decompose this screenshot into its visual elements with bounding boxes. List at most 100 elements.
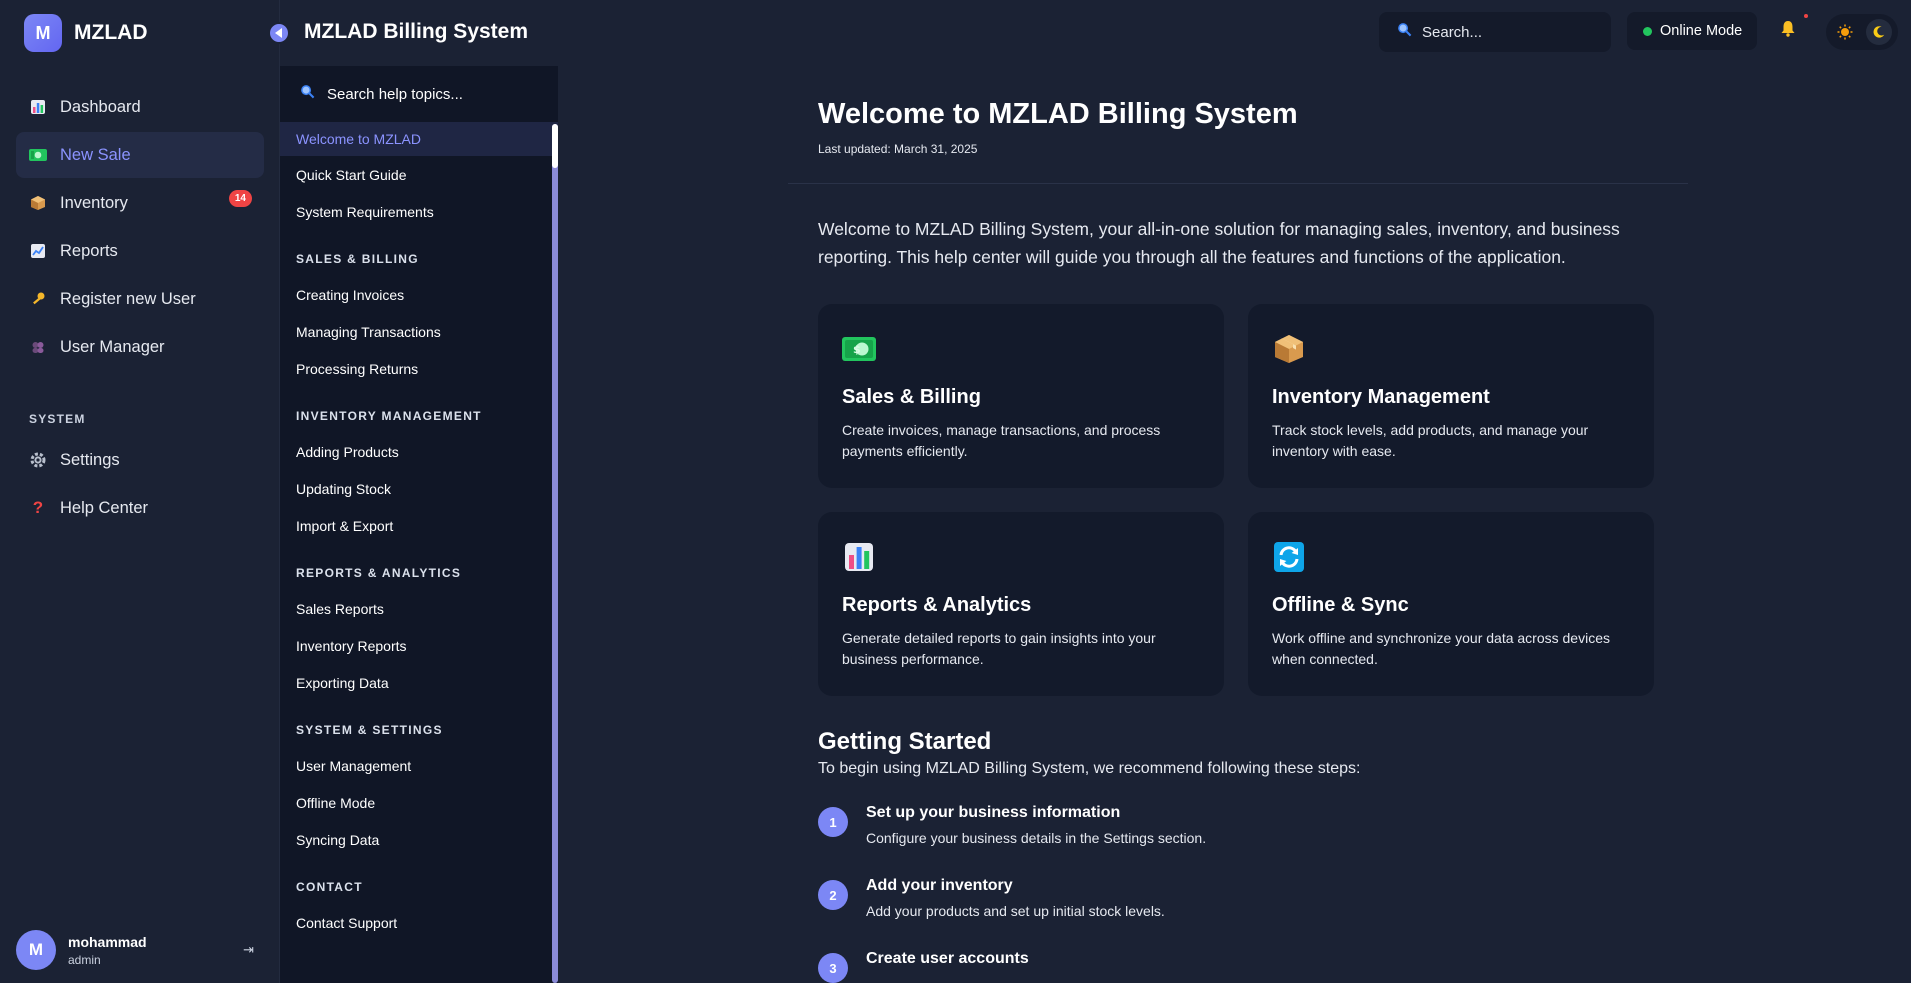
article-intro: Welcome to MZLAD Billing System, your al… [818, 219, 1620, 267]
step-title: Set up your business information [866, 804, 1121, 821]
card-title: Inventory Management [1272, 386, 1490, 408]
step-number: 1 [818, 807, 848, 837]
online-mode-indicator[interactable]: Online Mode [1627, 12, 1757, 50]
user-profile[interactable]: M mohammad admin ⇥ [16, 930, 264, 970]
card-description: Create invoices, manage transactions, an… [842, 422, 1161, 459]
step-number: 3 [818, 953, 848, 983]
help-topic[interactable]: Syncing Data [280, 821, 558, 858]
sidebar-section-system: SYSTEM [29, 412, 86, 426]
svg-text:$: $ [853, 343, 861, 356]
gear-icon [29, 451, 47, 469]
help-topic[interactable]: System Requirements [280, 193, 558, 230]
inventory-count-badge: 14 [228, 190, 252, 207]
bell-icon[interactable] [1780, 20, 1796, 42]
article-title: Welcome to MZLAD Billing System [818, 98, 1298, 130]
sidebar-item-inventory[interactable]: Inventory 14 [16, 180, 264, 226]
search-input[interactable] [1422, 23, 1602, 41]
help-section-title: CONTACT [296, 880, 363, 894]
help-topic[interactable]: Exporting Data [280, 664, 558, 701]
help-topic[interactable]: Sales Reports [280, 590, 558, 627]
help-topic[interactable]: User Management [280, 747, 558, 784]
money-icon [29, 146, 47, 164]
help-topic[interactable]: Offline Mode [280, 784, 558, 821]
sidebar-item-label: User Manager [60, 337, 165, 356]
package-icon [1272, 332, 1306, 366]
step-number: 2 [818, 880, 848, 910]
card-title: Sales & Billing [842, 386, 981, 408]
sidebar-item-label: Help Center [60, 498, 149, 517]
status-dot [1643, 26, 1652, 36]
help-topic[interactable]: Adding Products [280, 433, 558, 470]
bar-chart-icon [842, 540, 876, 574]
feature-card-offline-sync[interactable]: Offline & Sync Work offline and synchron… [1248, 512, 1654, 696]
sun-icon[interactable] [1832, 19, 1858, 45]
collapse-sidebar-button[interactable] [268, 22, 290, 44]
help-topic[interactable]: Inventory Reports [280, 627, 558, 664]
help-panel-scrollbar[interactable] [552, 124, 558, 983]
step-description: Add your products and set up initial sto… [866, 903, 1165, 919]
card-description: Generate detailed reports to gain insigh… [842, 630, 1156, 667]
sidebar-item-reports[interactable]: Reports [16, 228, 264, 274]
help-topic[interactable]: Contact Support [280, 904, 558, 941]
help-search-input[interactable] [327, 85, 527, 103]
divider [788, 183, 1688, 184]
brand[interactable]: M MZLAD [24, 14, 147, 52]
question-icon: ? [32, 498, 44, 517]
feature-card-sales[interactable]: $ Sales & Billing Create invoices, manag… [818, 304, 1224, 488]
step-description: Configure your business details in the S… [866, 830, 1207, 846]
sidebar-item-dashboard[interactable]: Dashboard [16, 84, 264, 130]
help-section-title: INVENTORY MANAGEMENT [296, 409, 482, 423]
help-topic[interactable]: Import & Export [280, 507, 558, 544]
avatar: M [16, 930, 56, 970]
sidebar-item-label: Register new User [60, 289, 196, 308]
feature-card-reports[interactable]: Reports & Analytics Generate detailed re… [818, 512, 1224, 696]
card-description: Track stock levels, add products, and ma… [1272, 422, 1589, 459]
sidebar-item-user-manager[interactable]: User Manager [16, 324, 264, 370]
theme-toggle[interactable] [1826, 14, 1898, 50]
bar-chart-icon [29, 98, 47, 116]
money-icon: $ [842, 332, 876, 366]
page-title: MZLAD Billing System [304, 20, 529, 43]
moon-icon[interactable] [1866, 19, 1892, 45]
brand-logo: M [24, 14, 62, 52]
help-search[interactable] [280, 66, 558, 122]
sidebar-item-label: Reports [60, 241, 118, 260]
sync-icon [1272, 540, 1306, 574]
sidebar-item-settings[interactable]: Settings [16, 437, 264, 483]
help-topic[interactable]: Updating Stock [280, 470, 558, 507]
users-icon [29, 338, 47, 356]
step-title: Create user accounts [866, 950, 1029, 967]
help-topic[interactable]: Quick Start Guide [280, 156, 558, 193]
user-role: admin [68, 952, 101, 967]
help-section-title: REPORTS & ANALYTICS [296, 566, 462, 580]
sidebar-item-label: Settings [60, 450, 120, 469]
sidebar-item-register-user[interactable]: Register new User [16, 276, 264, 322]
help-topic[interactable]: Creating Invoices [280, 276, 558, 313]
card-title: Offline & Sync [1272, 594, 1409, 616]
help-panel-scroll-thumb[interactable] [552, 124, 558, 168]
system-nav: Settings ? Help Center [16, 437, 264, 533]
status-text: Online Mode [1660, 23, 1743, 39]
user-name: mohammad [68, 933, 147, 950]
help-section-title: SYSTEM & SETTINGS [296, 723, 443, 737]
sidebar-item-label: Dashboard [60, 97, 141, 116]
search-icon [300, 84, 315, 104]
card-description: Work offline and synchronize your data a… [1272, 630, 1610, 667]
step-item: 2 Add your inventory Add your products a… [818, 877, 1165, 919]
notification-dot [1804, 14, 1808, 18]
help-topic[interactable]: Welcome to MZLAD [280, 122, 558, 156]
getting-started-title: Getting Started [818, 728, 992, 755]
logout-icon[interactable]: ⇥ [243, 942, 254, 958]
feature-card-inventory[interactable]: Inventory Management Track stock levels,… [1248, 304, 1654, 488]
global-search[interactable] [1379, 12, 1611, 52]
help-topic[interactable]: Processing Returns [280, 350, 558, 387]
package-icon [29, 194, 47, 212]
sidebar-item-label: New Sale [60, 145, 131, 164]
sidebar: M MZLAD Dashboard New Sale Inventory 14 [0, 0, 280, 983]
sidebar-item-help-center[interactable]: ? Help Center [16, 485, 264, 531]
last-updated: Last updated: March 31, 2025 [818, 142, 978, 156]
help-topic[interactable]: Managing Transactions [280, 313, 558, 350]
key-icon [29, 290, 47, 308]
user-info: mohammad admin [68, 934, 147, 967]
sidebar-item-new-sale[interactable]: New Sale [16, 132, 264, 178]
